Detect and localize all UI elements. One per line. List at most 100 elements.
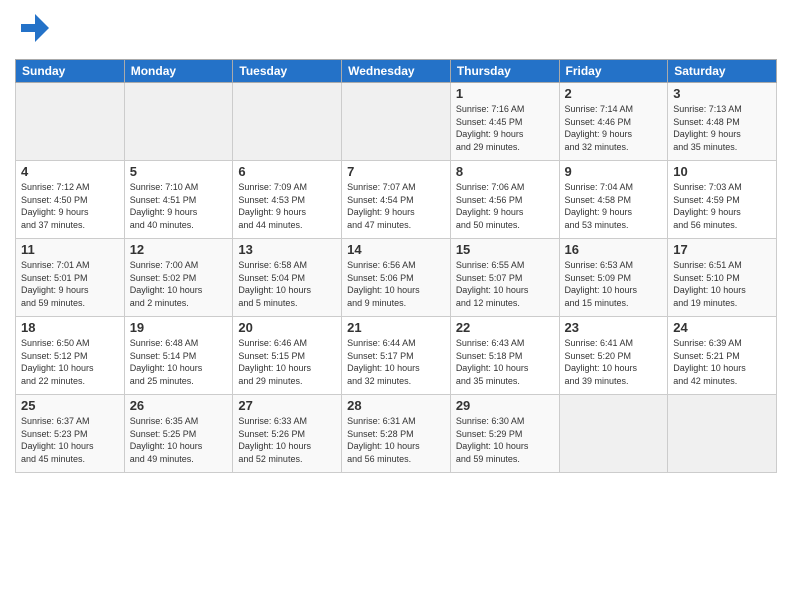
day-number: 4 (21, 164, 119, 179)
day-number: 24 (673, 320, 771, 335)
calendar-cell (124, 83, 233, 161)
page: SundayMondayTuesdayWednesdayThursdayFrid… (0, 0, 792, 612)
day-info: Sunrise: 7:04 AM Sunset: 4:58 PM Dayligh… (565, 181, 663, 231)
calendar-body: 1 Sunrise: 7:16 AM Sunset: 4:45 PM Daylig… (16, 83, 777, 473)
day-number: 16 (565, 242, 663, 257)
day-number: 10 (673, 164, 771, 179)
calendar-cell: 22 Sunrise: 6:43 AM Sunset: 5:18 PM Dayli… (450, 317, 559, 395)
week-row-2: 11 Sunrise: 7:01 AM Sunset: 5:01 PM Dayli… (16, 239, 777, 317)
day-number: 11 (21, 242, 119, 257)
calendar-cell: 16 Sunrise: 6:53 AM Sunset: 5:09 PM Dayli… (559, 239, 668, 317)
week-row-4: 25 Sunrise: 6:37 AM Sunset: 5:23 PM Dayli… (16, 395, 777, 473)
day-info: Sunrise: 6:51 AM Sunset: 5:10 PM Dayligh… (673, 259, 771, 309)
day-number: 21 (347, 320, 445, 335)
day-info: Sunrise: 6:33 AM Sunset: 5:26 PM Dayligh… (238, 415, 336, 465)
day-info: Sunrise: 6:35 AM Sunset: 5:25 PM Dayligh… (130, 415, 228, 465)
day-info: Sunrise: 7:01 AM Sunset: 5:01 PM Dayligh… (21, 259, 119, 309)
day-info: Sunrise: 6:56 AM Sunset: 5:06 PM Dayligh… (347, 259, 445, 309)
day-number: 15 (456, 242, 554, 257)
day-info: Sunrise: 7:16 AM Sunset: 4:45 PM Dayligh… (456, 103, 554, 153)
day-info: Sunrise: 6:48 AM Sunset: 5:14 PM Dayligh… (130, 337, 228, 387)
day-number: 18 (21, 320, 119, 335)
day-number: 17 (673, 242, 771, 257)
header-day-sunday: Sunday (16, 60, 125, 83)
calendar-cell: 8 Sunrise: 7:06 AM Sunset: 4:56 PM Daylig… (450, 161, 559, 239)
day-info: Sunrise: 7:13 AM Sunset: 4:48 PM Dayligh… (673, 103, 771, 153)
logo (15, 10, 53, 51)
calendar-cell: 3Sunrise: 7:13 AM Sunset: 4:48 PM Daylig… (668, 83, 777, 161)
header-day-tuesday: Tuesday (233, 60, 342, 83)
calendar-cell: 11 Sunrise: 7:01 AM Sunset: 5:01 PM Dayli… (16, 239, 125, 317)
calendar-cell: 12 Sunrise: 7:00 AM Sunset: 5:02 PM Dayli… (124, 239, 233, 317)
day-number: 5 (130, 164, 228, 179)
day-info: Sunrise: 7:00 AM Sunset: 5:02 PM Dayligh… (130, 259, 228, 309)
day-info: Sunrise: 7:03 AM Sunset: 4:59 PM Dayligh… (673, 181, 771, 231)
calendar-cell: 6 Sunrise: 7:09 AM Sunset: 4:53 PM Daylig… (233, 161, 342, 239)
calendar-cell: 21 Sunrise: 6:44 AM Sunset: 5:17 PM Dayli… (342, 317, 451, 395)
day-info: Sunrise: 6:41 AM Sunset: 5:20 PM Dayligh… (565, 337, 663, 387)
day-number: 23 (565, 320, 663, 335)
calendar-cell (16, 83, 125, 161)
day-info: Sunrise: 6:31 AM Sunset: 5:28 PM Dayligh… (347, 415, 445, 465)
day-number: 8 (456, 164, 554, 179)
day-info: Sunrise: 7:07 AM Sunset: 4:54 PM Dayligh… (347, 181, 445, 231)
day-info: Sunrise: 7:10 AM Sunset: 4:51 PM Dayligh… (130, 181, 228, 231)
calendar-cell: 23 Sunrise: 6:41 AM Sunset: 5:20 PM Dayli… (559, 317, 668, 395)
day-info: Sunrise: 6:44 AM Sunset: 5:17 PM Dayligh… (347, 337, 445, 387)
day-number: 13 (238, 242, 336, 257)
calendar-cell: 19 Sunrise: 6:48 AM Sunset: 5:14 PM Dayli… (124, 317, 233, 395)
calendar-cell: 17 Sunrise: 6:51 AM Sunset: 5:10 PM Dayli… (668, 239, 777, 317)
day-number: 25 (21, 398, 119, 413)
calendar-table: SundayMondayTuesdayWednesdayThursdayFrid… (15, 59, 777, 473)
header-day-friday: Friday (559, 60, 668, 83)
calendar-cell: 7 Sunrise: 7:07 AM Sunset: 4:54 PM Daylig… (342, 161, 451, 239)
calendar-cell: 1 Sunrise: 7:16 AM Sunset: 4:45 PM Daylig… (450, 83, 559, 161)
calendar-cell: 28 Sunrise: 6:31 AM Sunset: 5:28 PM Dayli… (342, 395, 451, 473)
day-number: 1 (456, 86, 554, 101)
day-number: 20 (238, 320, 336, 335)
header-day-saturday: Saturday (668, 60, 777, 83)
day-number: 7 (347, 164, 445, 179)
header-day-wednesday: Wednesday (342, 60, 451, 83)
day-info: Sunrise: 6:50 AM Sunset: 5:12 PM Dayligh… (21, 337, 119, 387)
calendar-cell: 14Sunrise: 6:56 AM Sunset: 5:06 PM Dayli… (342, 239, 451, 317)
day-number: 28 (347, 398, 445, 413)
calendar-cell (233, 83, 342, 161)
calendar-cell: 10 Sunrise: 7:03 AM Sunset: 4:59 PM Dayli… (668, 161, 777, 239)
day-info: Sunrise: 6:37 AM Sunset: 5:23 PM Dayligh… (21, 415, 119, 465)
calendar-cell: 13 Sunrise: 6:58 AM Sunset: 5:04 PM Dayli… (233, 239, 342, 317)
calendar-cell: 9 Sunrise: 7:04 AM Sunset: 4:58 PM Daylig… (559, 161, 668, 239)
day-info: Sunrise: 6:58 AM Sunset: 5:04 PM Dayligh… (238, 259, 336, 309)
calendar-cell: 26 Sunrise: 6:35 AM Sunset: 5:25 PM Dayli… (124, 395, 233, 473)
calendar-cell: 27 Sunrise: 6:33 AM Sunset: 5:26 PM Dayli… (233, 395, 342, 473)
calendar-cell: 20 Sunrise: 6:46 AM Sunset: 5:15 PM Dayli… (233, 317, 342, 395)
day-number: 12 (130, 242, 228, 257)
day-number: 22 (456, 320, 554, 335)
day-number: 6 (238, 164, 336, 179)
day-info: Sunrise: 6:39 AM Sunset: 5:21 PM Dayligh… (673, 337, 771, 387)
calendar-cell (668, 395, 777, 473)
calendar-cell: 4Sunrise: 7:12 AM Sunset: 4:50 PM Daylig… (16, 161, 125, 239)
day-number: 27 (238, 398, 336, 413)
day-info: Sunrise: 7:06 AM Sunset: 4:56 PM Dayligh… (456, 181, 554, 231)
calendar-cell: 15 Sunrise: 6:55 AM Sunset: 5:07 PM Dayli… (450, 239, 559, 317)
header-day-thursday: Thursday (450, 60, 559, 83)
logo-icon (15, 10, 51, 46)
day-number: 26 (130, 398, 228, 413)
day-info: Sunrise: 7:09 AM Sunset: 4:53 PM Dayligh… (238, 181, 336, 231)
calendar-cell (559, 395, 668, 473)
calendar-cell: 18 Sunrise: 6:50 AM Sunset: 5:12 PM Dayli… (16, 317, 125, 395)
week-row-1: 4Sunrise: 7:12 AM Sunset: 4:50 PM Daylig… (16, 161, 777, 239)
header-row: SundayMondayTuesdayWednesdayThursdayFrid… (16, 60, 777, 83)
week-row-0: 1 Sunrise: 7:16 AM Sunset: 4:45 PM Daylig… (16, 83, 777, 161)
calendar-cell: 24 Sunrise: 6:39 AM Sunset: 5:21 PM Dayli… (668, 317, 777, 395)
header (15, 10, 777, 51)
day-info: Sunrise: 6:53 AM Sunset: 5:09 PM Dayligh… (565, 259, 663, 309)
day-info: Sunrise: 6:55 AM Sunset: 5:07 PM Dayligh… (456, 259, 554, 309)
day-number: 9 (565, 164, 663, 179)
day-info: Sunrise: 6:43 AM Sunset: 5:18 PM Dayligh… (456, 337, 554, 387)
day-number: 19 (130, 320, 228, 335)
day-info: Sunrise: 6:46 AM Sunset: 5:15 PM Dayligh… (238, 337, 336, 387)
calendar-cell: 25 Sunrise: 6:37 AM Sunset: 5:23 PM Dayli… (16, 395, 125, 473)
header-day-monday: Monday (124, 60, 233, 83)
